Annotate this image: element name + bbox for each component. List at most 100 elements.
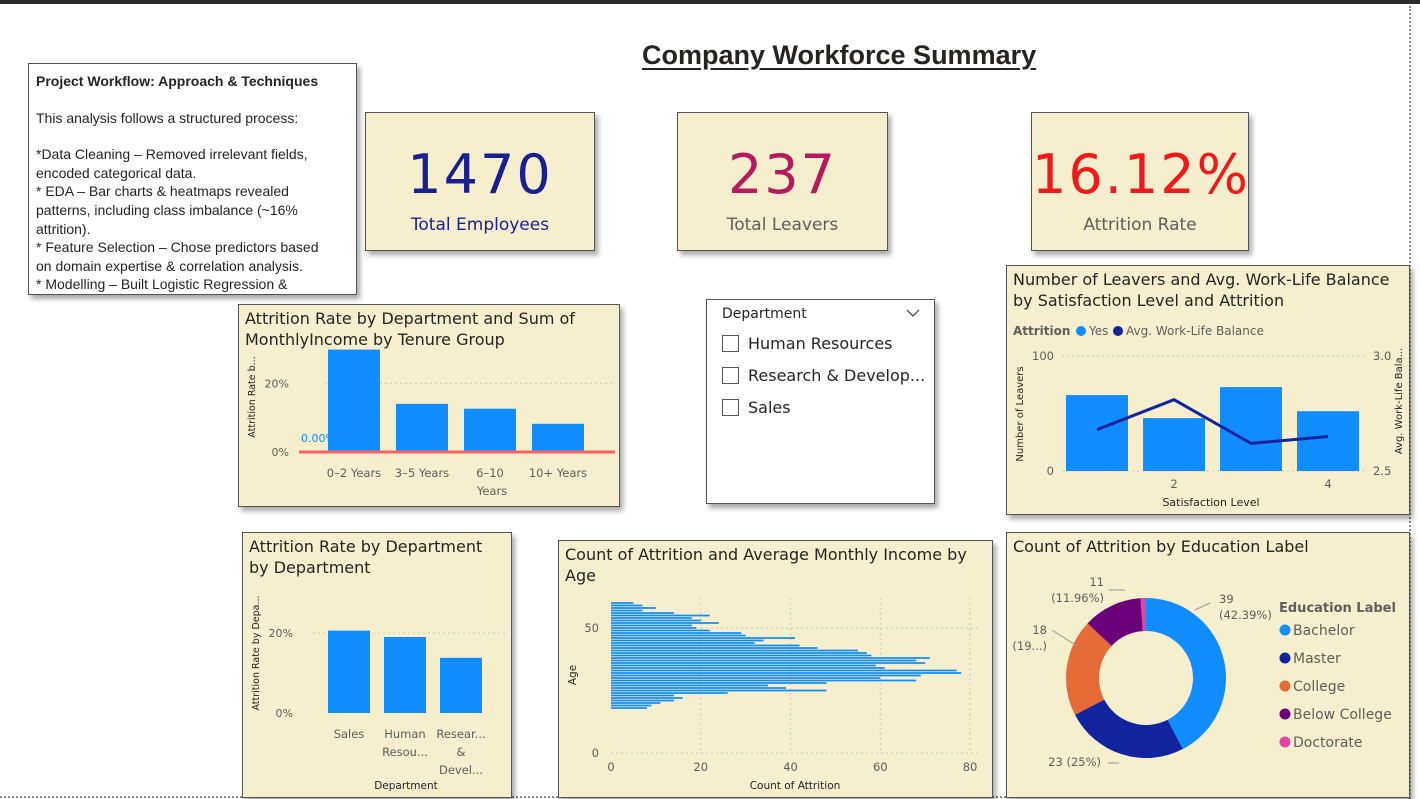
x-tick-label: Human bbox=[384, 727, 425, 741]
x-tick-label: 0 bbox=[607, 760, 614, 774]
bar bbox=[611, 687, 787, 689]
x-tick-label: Resou... bbox=[382, 745, 428, 759]
slicer-option-hr[interactable]: Human Resources bbox=[722, 331, 893, 355]
checkbox[interactable] bbox=[722, 398, 739, 416]
legend-marker bbox=[1279, 708, 1291, 720]
legend-marker bbox=[1076, 326, 1086, 336]
chart-department-panel[interactable]: Attrition Rate by Department by Departme… bbox=[242, 532, 512, 798]
slicer-option-sales[interactable]: Sales bbox=[722, 395, 791, 419]
notes-heading: Project Workflow: Approach & Techniques bbox=[36, 73, 319, 89]
series-line bbox=[1096, 398, 1329, 445]
legend-label: Master bbox=[1293, 651, 1341, 667]
y-axis-title: Attrition Rate b... bbox=[247, 356, 258, 437]
y-tick-label: 20% bbox=[269, 627, 293, 640]
bar bbox=[611, 639, 764, 642]
bar bbox=[611, 694, 674, 697]
bar bbox=[611, 684, 769, 687]
slicer-option-label: Research & Develop... bbox=[748, 365, 926, 385]
x-tick-label: Devel... bbox=[439, 763, 483, 777]
chevron-down-icon[interactable] bbox=[906, 306, 920, 322]
slicer-option-label: Human Resources bbox=[748, 333, 893, 353]
bar bbox=[611, 644, 800, 647]
legend-label: Avg. Work-Life Balance bbox=[1126, 324, 1264, 338]
checkbox[interactable] bbox=[722, 366, 739, 384]
bar bbox=[611, 692, 728, 694]
bar bbox=[611, 614, 710, 617]
chart-department: 20% 0% Attrition Rate by Depa... Sales Human… bbox=[251, 595, 505, 792]
bar bbox=[611, 689, 827, 692]
x-tick-label: 4 bbox=[1324, 477, 1331, 491]
y-tick-label: 20% bbox=[265, 377, 289, 390]
x-axis-title: Count of Attrition bbox=[750, 780, 841, 792]
bar bbox=[611, 707, 647, 709]
y-tick-label: 0% bbox=[276, 707, 293, 720]
window-top-bar bbox=[0, 0, 1420, 4]
chart-age-panel[interactable]: Count of Attrition and Average Monthly I… bbox=[558, 540, 993, 798]
bar bbox=[1220, 387, 1282, 471]
bar bbox=[611, 674, 921, 677]
bar bbox=[611, 642, 755, 644]
legend-label: College bbox=[1293, 679, 1345, 695]
y-tick-label: 0 bbox=[592, 746, 599, 760]
legend-marker bbox=[1279, 736, 1291, 748]
bar bbox=[611, 652, 867, 654]
y-axis-title: Number of Leavers bbox=[1015, 366, 1026, 461]
x-tick-label: 3–5 Years bbox=[395, 466, 449, 480]
y-tick-label: 100 bbox=[1032, 349, 1054, 363]
bar bbox=[611, 659, 917, 662]
y-tick-label: 50 bbox=[584, 621, 599, 635]
chart-satisfaction-panel[interactable]: Number of Leavers and Avg. Work-Life Bal… bbox=[1006, 265, 1410, 515]
bar bbox=[611, 699, 674, 702]
kpi-attrition-rate[interactable]: 16.12% Attrition Rate bbox=[1031, 112, 1249, 251]
bar bbox=[384, 637, 426, 713]
bar bbox=[611, 612, 674, 614]
x-tick-label: 0–2 Years bbox=[327, 466, 381, 480]
x-tick-label-wrap: Years bbox=[476, 484, 507, 498]
legend-title: Attrition bbox=[1013, 324, 1070, 338]
legend-marker bbox=[1279, 680, 1291, 692]
notes-intro: This analysis follows a structured proce… bbox=[36, 109, 299, 126]
x-axis-title: Department bbox=[374, 780, 438, 792]
kpi-label: Attrition Rate bbox=[1083, 215, 1197, 235]
legend-label: Below College bbox=[1293, 707, 1392, 723]
kpi-total-employees[interactable]: 1470 Total Employees bbox=[365, 112, 595, 251]
bar bbox=[1066, 395, 1128, 471]
y2-tick-label: 2.5 bbox=[1373, 464, 1391, 478]
reference-line-label: 0.00% bbox=[301, 432, 336, 445]
bar bbox=[532, 423, 584, 452]
notes-item: *Data Cleaning – Removed irrelevant fiel… bbox=[36, 146, 308, 181]
slice-label: (19...) bbox=[1012, 639, 1047, 653]
chart-education: 39 (42.39%) 23 (25%) 18 (19...) 11 (11.96%) Edu… bbox=[1012, 575, 1396, 769]
kpi-total-leavers[interactable]: 237 Total Leavers bbox=[677, 112, 888, 251]
department-slicer[interactable]: Department Human Resources Research & De… bbox=[706, 299, 935, 504]
bar bbox=[611, 669, 957, 672]
x-tick-label: 60 bbox=[873, 760, 888, 774]
bar bbox=[611, 627, 697, 629]
x-tick-label: 40 bbox=[783, 760, 798, 774]
bar bbox=[611, 679, 917, 682]
bar bbox=[464, 408, 516, 452]
bar bbox=[611, 637, 795, 639]
x-tick-label: 20 bbox=[693, 760, 708, 774]
bar bbox=[396, 403, 448, 452]
chart-tenure-panel[interactable]: Attrition Rate by Department and Sum of … bbox=[238, 304, 620, 507]
workflow-notes[interactable]: Project Workflow: Approach & Techniques … bbox=[28, 63, 357, 295]
x-tick-label: 2 bbox=[1170, 477, 1177, 491]
y-tick-label: 0 bbox=[1047, 464, 1054, 478]
chart-education-panel[interactable]: Count of Attrition by Education Label 39… bbox=[1006, 532, 1410, 798]
x-tick-label: & bbox=[457, 745, 466, 759]
bar bbox=[611, 634, 746, 637]
kpi-label: Total Employees bbox=[410, 215, 550, 235]
legend-marker bbox=[1279, 652, 1291, 664]
x-tick-label: 80 bbox=[963, 760, 978, 774]
slicer-option-rd[interactable]: Research & Develop... bbox=[722, 363, 925, 387]
kpi-label: Total Leavers bbox=[726, 215, 839, 235]
x-tick-label: 6–10 bbox=[476, 466, 504, 480]
bar bbox=[611, 617, 692, 619]
slice-label: 23 (25%) bbox=[1048, 755, 1101, 769]
bar bbox=[611, 654, 872, 657]
page-title: Company Workforce Summary bbox=[642, 40, 1037, 70]
chart-satisfaction: Attrition Yes Avg. Work-Life Balance 100 0 3.… bbox=[1013, 324, 1405, 509]
checkbox[interactable] bbox=[722, 334, 739, 352]
bar bbox=[611, 629, 710, 632]
